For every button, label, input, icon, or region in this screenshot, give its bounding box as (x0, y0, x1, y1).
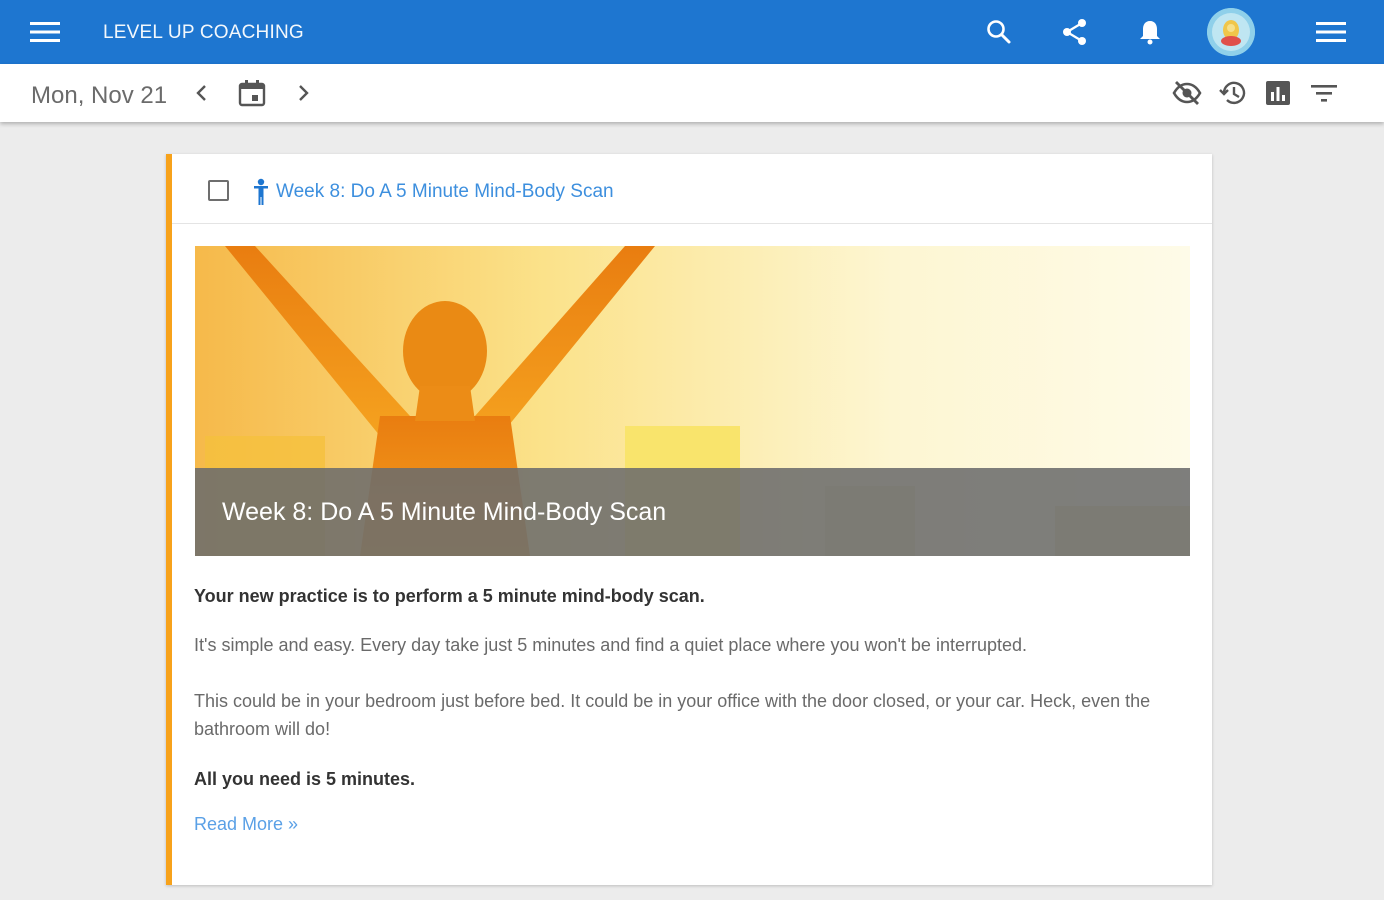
menu-icon[interactable] (28, 18, 62, 46)
search-icon[interactable] (984, 17, 1014, 47)
date-toolbar: Mon, Nov 21 (0, 64, 1384, 122)
paragraph-intro: Your new practice is to perform a 5 minu… (194, 586, 705, 606)
calendar-icon[interactable] (237, 78, 267, 108)
overflow-menu-icon[interactable] (1316, 17, 1346, 47)
hero-image: Week 8: Do A 5 Minute Mind-Body Scan (195, 246, 1190, 556)
avatar[interactable] (1207, 8, 1255, 56)
app-title: LEVEL UP COACHING (103, 22, 304, 43)
habit-card: Week 8: Do A 5 Minute Mind-Body Scan Wee… (166, 154, 1212, 885)
card-accent-bar (166, 154, 172, 885)
app-bar: LEVEL UP COACHING (0, 0, 1384, 64)
complete-checkbox[interactable] (208, 180, 229, 201)
person-icon (254, 178, 268, 205)
paragraph-simple: It's simple and easy. Every day take jus… (194, 635, 1028, 655)
chevron-left-icon[interactable] (187, 78, 217, 108)
avatar-image (1207, 8, 1255, 56)
visibility-off-icon[interactable] (1172, 78, 1202, 108)
share-icon[interactable] (1060, 17, 1090, 47)
bell-icon[interactable] (1135, 17, 1165, 47)
read-more-link[interactable]: Read More » (194, 814, 298, 835)
card-header-title[interactable]: Week 8: Do A 5 Minute Mind-Body Scan (276, 181, 614, 203)
current-date: Mon, Nov 21 (31, 82, 168, 109)
paragraph-need: All you need is 5 minutes. (194, 769, 416, 789)
paragraph-places: This could be in your bedroom just befor… (194, 691, 1151, 739)
chart-icon[interactable] (1263, 78, 1293, 108)
chevron-right-icon[interactable] (288, 78, 318, 108)
hero-caption: Week 8: Do A 5 Minute Mind-Body Scan (195, 468, 1190, 556)
hero-caption-text: Week 8: Do A 5 Minute Mind-Body Scan (222, 498, 667, 526)
card-header: Week 8: Do A 5 Minute Mind-Body Scan (172, 154, 1212, 224)
filter-icon[interactable] (1309, 78, 1339, 108)
history-icon[interactable] (1218, 78, 1248, 108)
